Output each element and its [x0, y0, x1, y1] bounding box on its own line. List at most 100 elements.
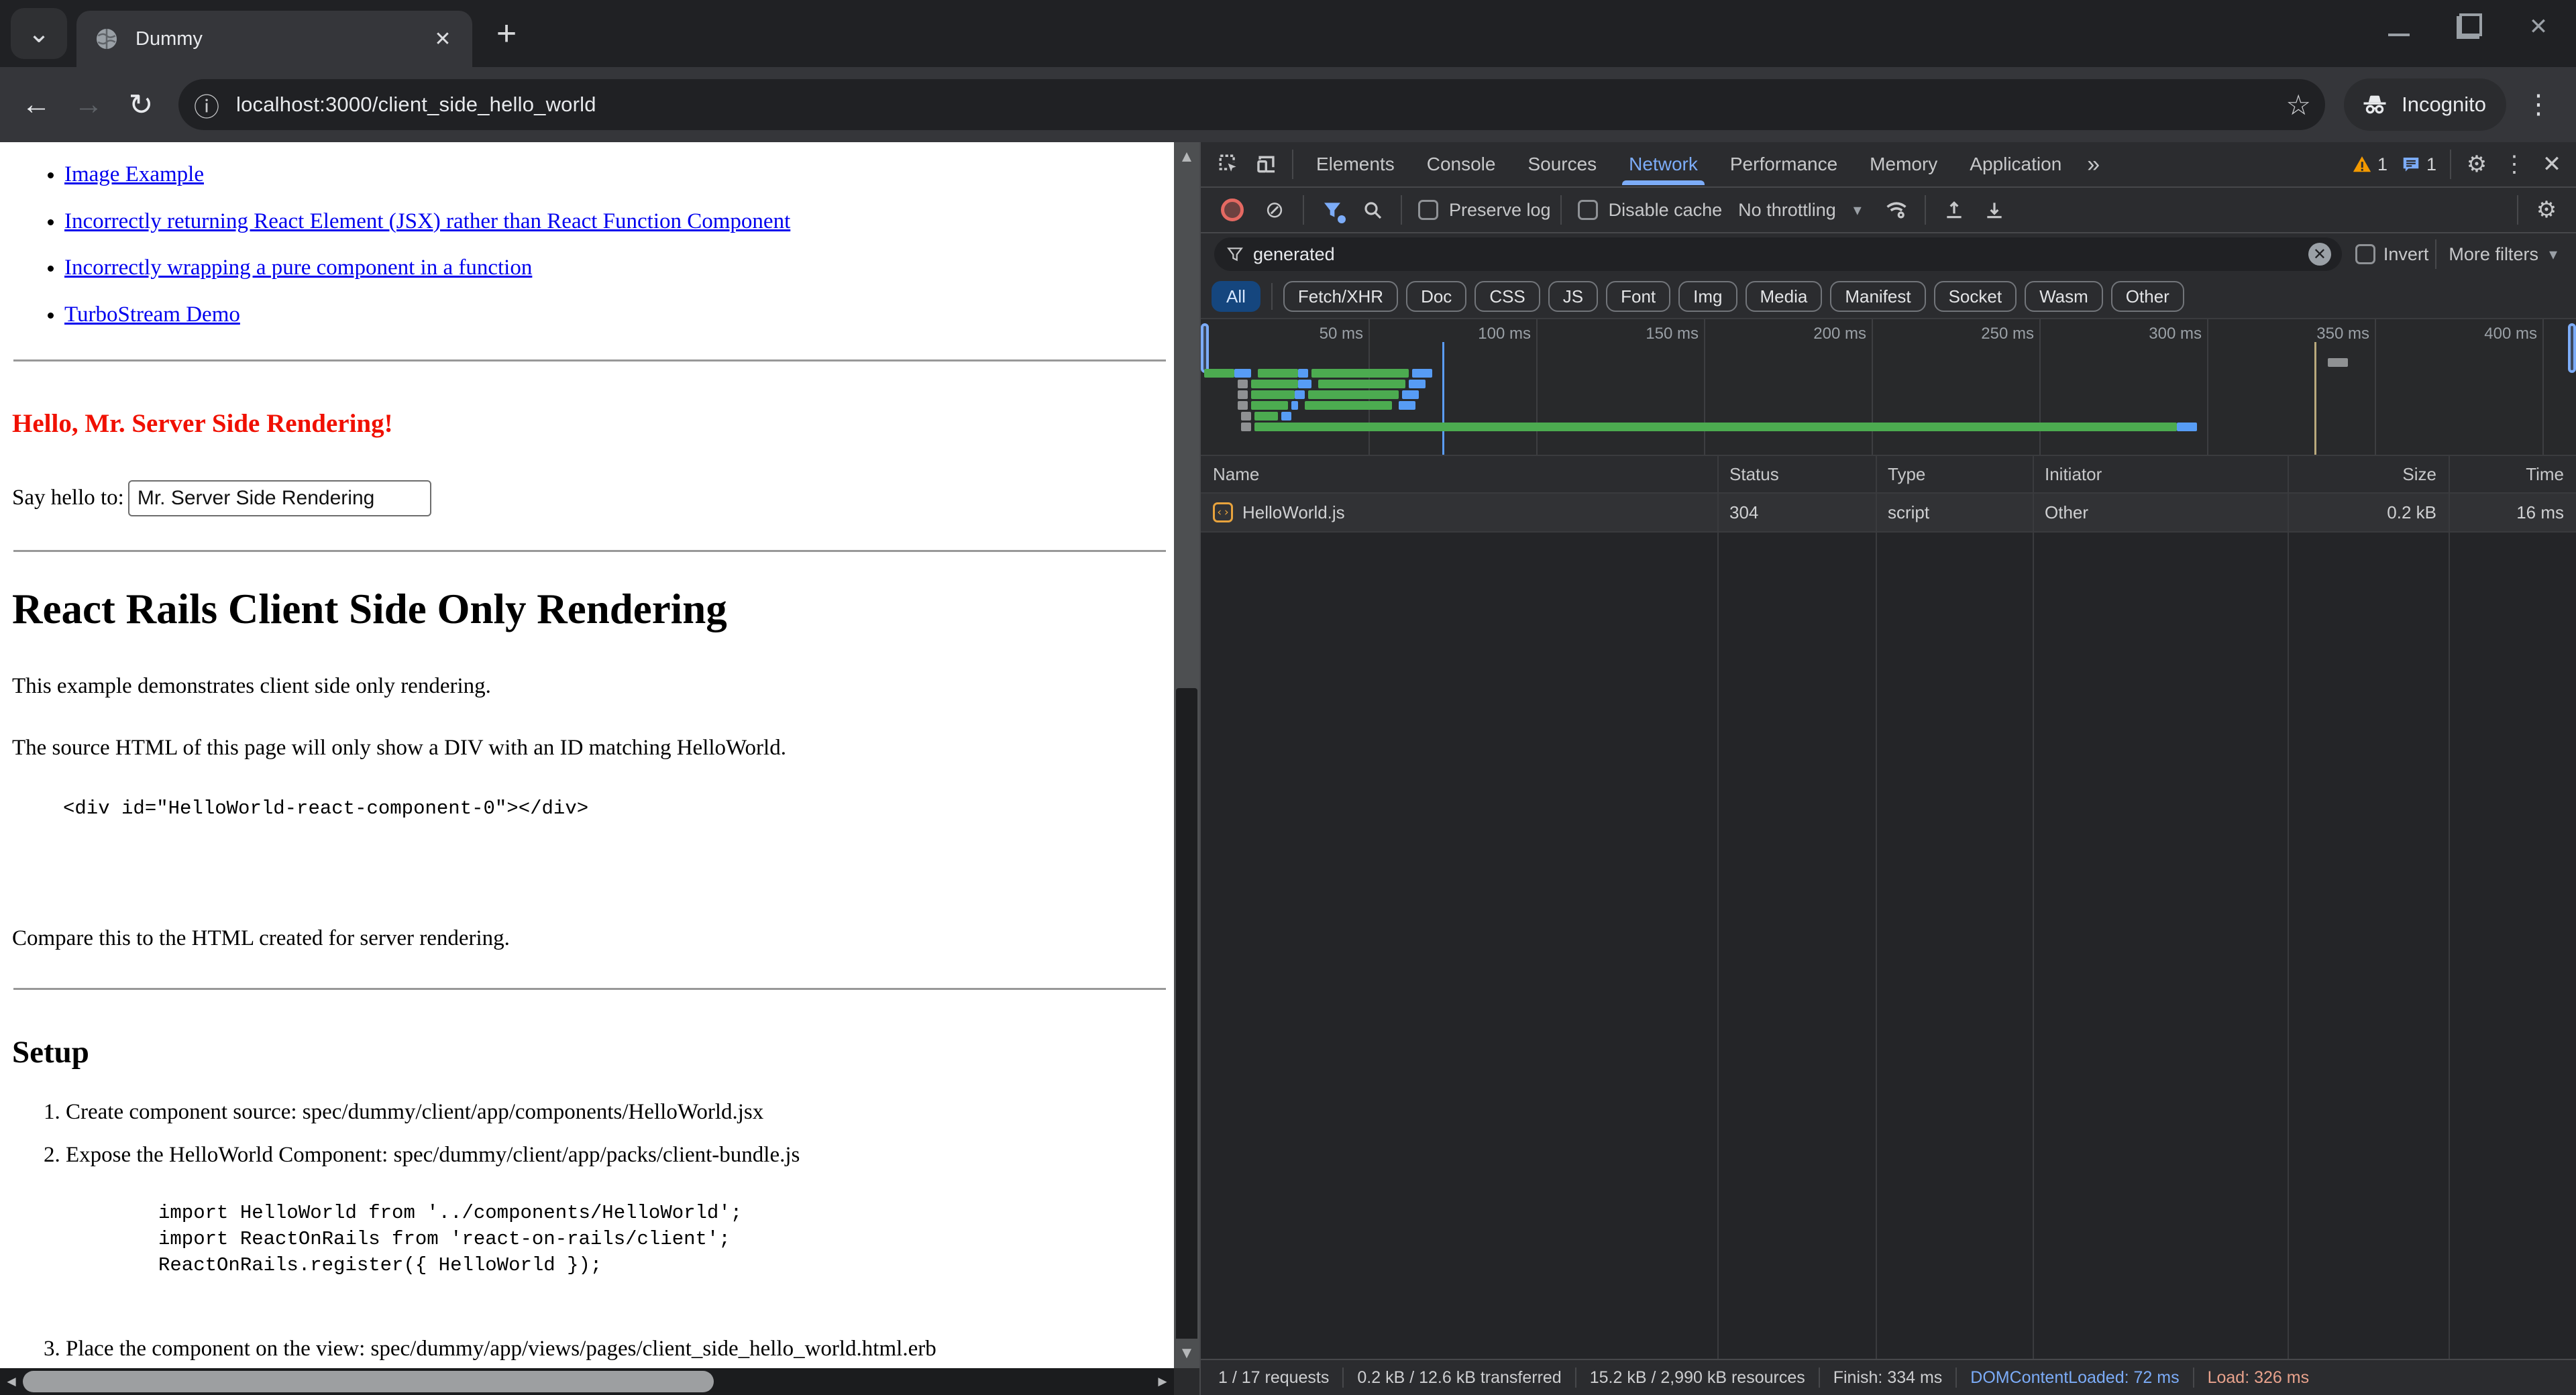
tab-close-button[interactable]: ✕: [427, 23, 459, 55]
request-time: 16 ms: [2449, 502, 2576, 523]
tab-network[interactable]: Network: [1613, 142, 1714, 186]
table-empty-area: [1201, 533, 2576, 1359]
export-har-icon[interactable]: [1976, 191, 2013, 229]
chip-js[interactable]: JS: [1548, 281, 1598, 312]
chip-manifest[interactable]: Manifest: [1830, 281, 1925, 312]
request-size: 0.2 kB: [2288, 502, 2449, 523]
chip-all[interactable]: All: [1212, 281, 1260, 312]
devtools-close-icon[interactable]: ✕: [2533, 146, 2571, 183]
clear-filter-icon[interactable]: ✕: [2308, 243, 2331, 266]
timeline-tick-label: 200 ms: [1766, 325, 1866, 343]
new-tab-button[interactable]: +: [483, 10, 530, 57]
network-overview[interactable]: 50 ms100 ms150 ms200 ms250 ms300 ms350 m…: [1201, 319, 2576, 456]
table-row[interactable]: ‹› HelloWorld.js 304 script Other 0.2 kB…: [1201, 494, 2576, 533]
scroll-right-arrow[interactable]: ►: [1151, 1368, 1174, 1395]
column-status[interactable]: Status: [1717, 464, 1876, 485]
chip-media[interactable]: Media: [1746, 281, 1823, 312]
column-size[interactable]: Size: [2288, 464, 2449, 485]
site-info-icon[interactable]: ⓘ: [188, 86, 225, 123]
scroll-up-arrow[interactable]: ▲: [1174, 142, 1199, 172]
tab-console[interactable]: Console: [1411, 142, 1512, 186]
more-filters-dropdown[interactable]: More filters ▾: [2443, 244, 2563, 265]
reload-button[interactable]: ↻: [117, 80, 165, 129]
back-button[interactable]: ←: [12, 80, 60, 129]
table-header[interactable]: Name Status Type Initiator Size Time: [1201, 456, 2576, 494]
horizontal-scrollbar[interactable]: ◄ ►: [0, 1368, 1174, 1395]
vertical-scrollbar-thumb[interactable]: [1176, 688, 1197, 1359]
tab-sources[interactable]: Sources: [1511, 142, 1613, 186]
devtools-settings-gear-icon[interactable]: ⚙: [2458, 146, 2496, 183]
issues-badge[interactable]: 1: [2401, 154, 2436, 175]
scroll-left-arrow[interactable]: ◄: [0, 1368, 23, 1395]
column-name[interactable]: Name: [1201, 464, 1717, 485]
tab-memory[interactable]: Memory: [1854, 142, 1953, 186]
record-network-log-button[interactable]: [1221, 199, 1244, 221]
filter-input[interactable]: generated ✕: [1214, 237, 2342, 271]
waterfall-bar-segment: [1311, 369, 1409, 378]
finish-time: Finish: 334 ms: [1820, 1368, 1956, 1388]
chip-font[interactable]: Font: [1606, 281, 1670, 312]
inspect-element-icon[interactable]: [1210, 146, 1248, 183]
tab-elements[interactable]: Elements: [1300, 142, 1411, 186]
devtools-menu-kebab-icon[interactable]: ⋮: [2496, 146, 2533, 183]
column-time[interactable]: Time: [2449, 464, 2576, 485]
tab-strip: ⌄ Dummy ✕ + ✕: [0, 0, 2576, 67]
disable-cache-checkbox[interactable]: [1578, 200, 1598, 220]
more-tabs-icon[interactable]: »: [2078, 152, 2109, 178]
timeline-tick-label: 300 ms: [2101, 325, 2202, 343]
request-table: Name Status Type Initiator Size Time ‹› …: [1201, 456, 2576, 1359]
network-conditions-icon[interactable]: [1878, 191, 1915, 229]
browser-tab[interactable]: Dummy ✕: [76, 11, 472, 67]
throttling-dropdown[interactable]: No throttling ▾: [1725, 200, 1875, 221]
chevron-down-icon: ▾: [1854, 201, 1862, 220]
network-toolbar: ⊘ Preserve log Disable cache No throttli…: [1201, 188, 2576, 233]
name-input[interactable]: [128, 480, 431, 516]
hello-heading: Hello, Mr. Server Side Rendering!: [12, 404, 1167, 444]
restore-button[interactable]: [2451, 9, 2486, 44]
waterfall-bar-segment: [1281, 412, 1291, 421]
preserve-log-checkbox[interactable]: [1418, 200, 1438, 220]
link-image-example[interactable]: Image Example: [64, 162, 204, 186]
link-incorrect-jsx[interactable]: Incorrectly returning React Element (JSX…: [64, 209, 790, 233]
chip-wasm[interactable]: Wasm: [2025, 281, 2103, 312]
clear-network-log-icon[interactable]: ⊘: [1256, 191, 1293, 229]
warnings-badge[interactable]: 1: [2352, 154, 2387, 175]
link-turbostream-demo[interactable]: TurboStream Demo: [64, 302, 240, 327]
url-text[interactable]: localhost:3000/client_side_hello_world: [236, 93, 2278, 117]
network-settings-gear-icon[interactable]: ⚙: [2528, 191, 2565, 229]
window-close-button[interactable]: ✕: [2521, 9, 2556, 44]
tab-search-button[interactable]: ⌄: [11, 8, 67, 59]
network-status-bar: 1 / 17 requests 0.2 kB / 12.6 kB transfe…: [1201, 1359, 2576, 1395]
web-page: Image Example Incorrectly returning Reac…: [0, 142, 1174, 1368]
invert-checkbox[interactable]: [2355, 244, 2375, 264]
chip-socket[interactable]: Socket: [1934, 281, 2017, 312]
filter-funnel-icon[interactable]: [1313, 191, 1351, 229]
waterfall-bar-segment: [1241, 412, 1251, 421]
import-har-icon[interactable]: [1935, 191, 1973, 229]
chip-doc[interactable]: Doc: [1406, 281, 1466, 312]
scroll-down-arrow[interactable]: ▼: [1174, 1339, 1199, 1368]
chip-css[interactable]: CSS: [1474, 281, 1540, 312]
list-item: Create component source: spec/dummy/clie…: [66, 1096, 1167, 1129]
device-toolbar-icon[interactable]: [1248, 146, 1285, 183]
bookmark-star-icon[interactable]: ☆: [2278, 85, 2318, 125]
overview-left-handle[interactable]: [1201, 323, 1209, 373]
horizontal-scrollbar-thumb[interactable]: [23, 1371, 714, 1392]
address-bar[interactable]: ⓘ localhost:3000/client_side_hello_world…: [178, 79, 2325, 130]
chip-other[interactable]: Other: [2111, 281, 2184, 312]
vertical-scrollbar[interactable]: ▲ ▼: [1174, 142, 1199, 1368]
tab-application[interactable]: Application: [1953, 142, 2078, 186]
requests-count: 1 / 17 requests: [1205, 1368, 1342, 1388]
browser-menu-kebab-icon[interactable]: ⋮: [2520, 86, 2557, 123]
link-incorrect-wrapping[interactable]: Incorrectly wrapping a pure component in…: [64, 256, 532, 280]
chip-fetch-xhr[interactable]: Fetch/XHR: [1283, 281, 1398, 312]
forward-button[interactable]: →: [64, 80, 113, 129]
column-initiator[interactable]: Initiator: [2033, 464, 2288, 485]
search-icon[interactable]: [1354, 191, 1391, 229]
tab-performance[interactable]: Performance: [1714, 142, 1854, 186]
column-type[interactable]: Type: [1876, 464, 2033, 485]
overview-right-handle[interactable]: [2568, 323, 2576, 373]
filter-value[interactable]: generated: [1253, 244, 2308, 265]
minimize-button[interactable]: [2381, 9, 2416, 44]
chip-img[interactable]: Img: [1678, 281, 1737, 312]
